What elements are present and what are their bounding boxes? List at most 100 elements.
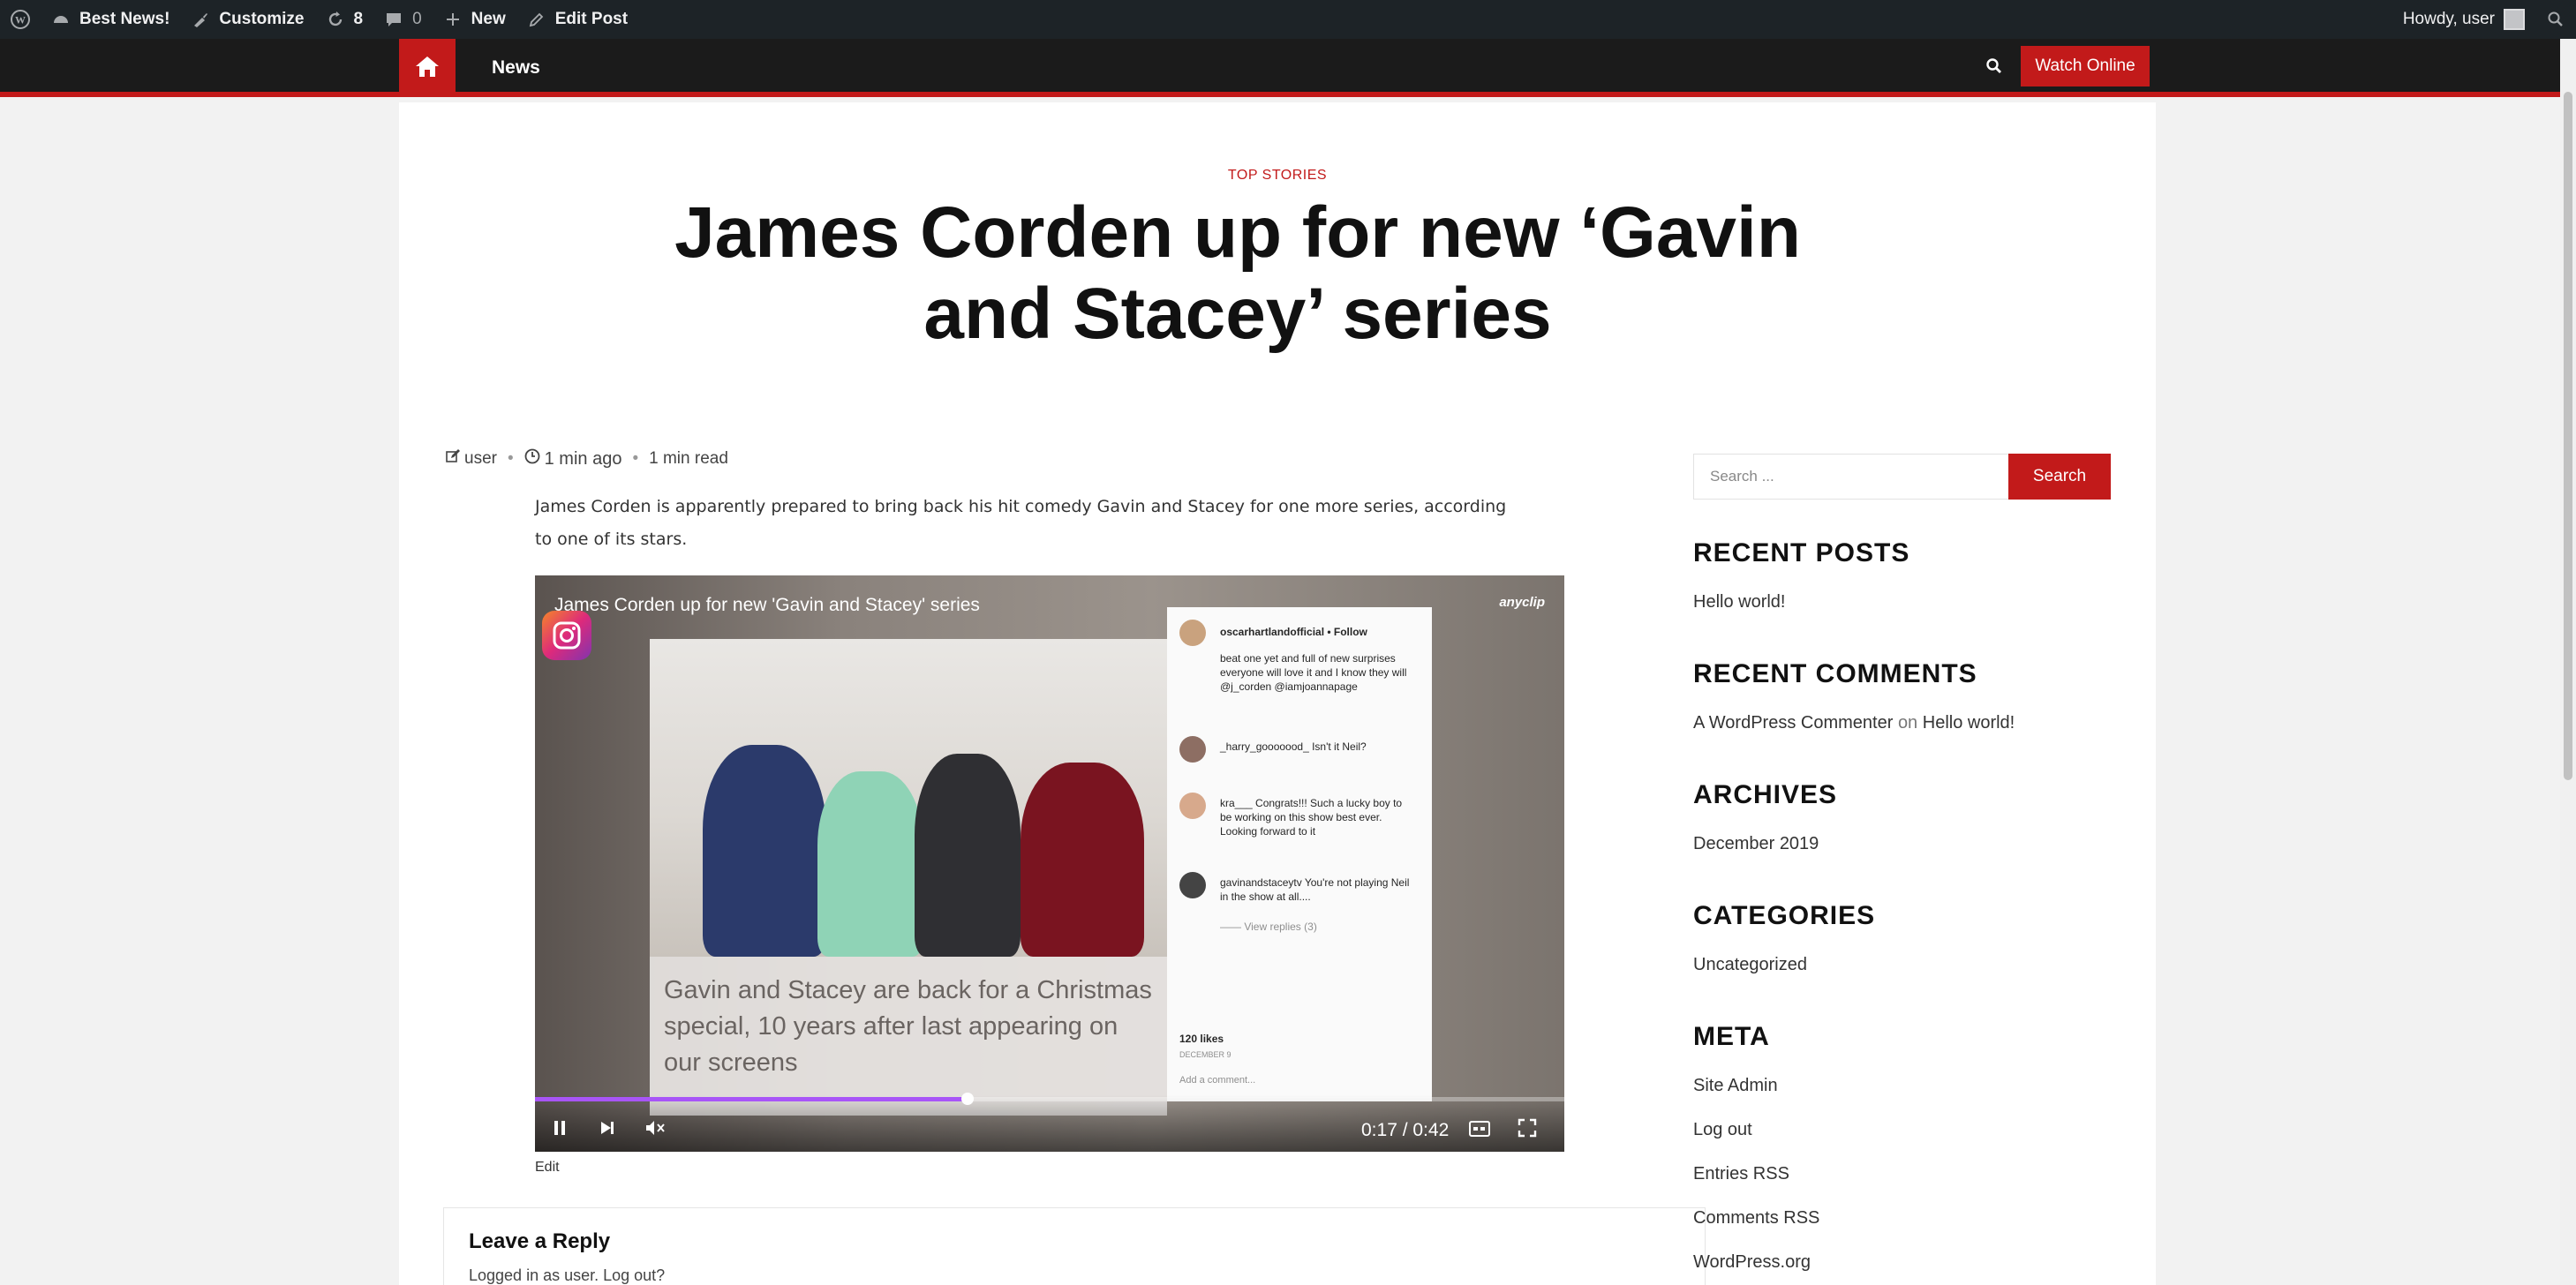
site-name-menu[interactable]: Best News! — [41, 0, 180, 39]
customize-link[interactable]: Customize — [180, 0, 314, 39]
video-player[interactable]: oscarhartlandofficial • Follow beat one … — [535, 575, 1564, 1152]
edit-post-label: Edit Post — [554, 10, 629, 28]
wp-logo-menu[interactable]: W — [0, 0, 41, 39]
captions-icon — [1469, 1118, 1490, 1143]
category-link[interactable]: Uncategorized — [1693, 955, 1807, 975]
category-link[interactable]: TOP STORIES — [399, 168, 2156, 184]
post-meta: user • 1 min ago • 1 min read — [445, 448, 728, 470]
svg-text:W: W — [15, 14, 26, 26]
on-label: on — [1897, 713, 1918, 733]
content-card: TOP STORIES James Corden up for new ‘Gav… — [399, 102, 2156, 1285]
edit-post-link[interactable]: Edit Post — [516, 0, 638, 39]
captions-button[interactable] — [1465, 1116, 1494, 1145]
my-account-menu[interactable]: Howdy, user — [2392, 0, 2535, 39]
video-caption: Gavin and Stacey are back for a Christma… — [650, 957, 1167, 1116]
ig-account: oscarhartlandofficial • Follow — [1220, 626, 1367, 638]
search-icon — [2546, 10, 2565, 29]
recent-comments-title: RECENT COMMENTS — [1693, 659, 1977, 688]
instagram-icon — [542, 611, 591, 660]
sidebar-search-input[interactable]: Search ... — [1693, 454, 2009, 500]
volume-muted-icon — [644, 1118, 666, 1143]
video-progress-handle[interactable] — [960, 1093, 974, 1105]
updates-icon — [326, 10, 345, 29]
video-progress-fill — [535, 1097, 968, 1101]
post-time: 1 min ago — [524, 448, 622, 470]
customize-label: Customize — [219, 10, 305, 28]
meta-wordpress-org[interactable]: WordPress.org — [1693, 1252, 1811, 1273]
recent-post-link[interactable]: Hello world! — [1693, 592, 1785, 612]
updates-link[interactable]: 8 — [315, 0, 374, 39]
avatar — [1179, 793, 1206, 819]
anyclip-logo: anyclip — [1499, 595, 1545, 610]
home-button[interactable] — [399, 39, 456, 97]
sidebar-search-button[interactable]: Search — [2008, 454, 2111, 500]
avatar — [1179, 736, 1206, 763]
pause-button[interactable] — [546, 1116, 574, 1145]
dashboard-icon — [51, 10, 71, 29]
avatar — [1179, 620, 1206, 646]
ig-add-comment: Add a comment... — [1179, 1075, 1256, 1086]
recent-posts-title: RECENT POSTS — [1693, 538, 1910, 567]
person-figure — [915, 754, 1021, 957]
avatar — [2504, 9, 2525, 30]
new-content-link[interactable]: New — [433, 0, 516, 39]
meta-title: META — [1693, 1022, 1770, 1051]
time-ago: 1 min ago — [544, 448, 622, 469]
ig-comment: _harry_gooooood_ Isn't it Neil? — [1220, 740, 1367, 753]
recent-comment: A WordPress Commenter on Hello world! — [1693, 713, 2015, 733]
fullscreen-icon — [1518, 1118, 1537, 1144]
edit-post-link[interactable]: Edit — [535, 1160, 560, 1176]
admin-bar: W Best News! Customize 8 0 New Edit Post… — [0, 0, 2576, 39]
page-title: James Corden up for new ‘Gavin and Stace… — [674, 192, 1801, 354]
comments-link[interactable]: 0 — [373, 0, 433, 39]
comment-icon — [384, 10, 403, 29]
nav-item-news[interactable]: News — [492, 39, 540, 97]
meta-entries-rss[interactable]: Entries RSS — [1693, 1164, 1789, 1184]
site-name: Best News! — [79, 10, 170, 28]
admin-search[interactable] — [2535, 0, 2576, 39]
meta-log-out[interactable]: Log out — [1693, 1120, 1752, 1140]
scrollbar-thumb[interactable] — [2564, 92, 2572, 780]
wordpress-icon: W — [11, 10, 30, 29]
meta-comments-rss[interactable]: Comments RSS — [1693, 1208, 1819, 1229]
video-progress-bar[interactable] — [535, 1093, 1564, 1105]
plus-icon — [443, 10, 463, 29]
video-title: James Corden up for new 'Gavin and Stace… — [554, 595, 980, 615]
brush-icon — [191, 10, 210, 29]
archive-link[interactable]: December 2019 — [1693, 834, 1819, 854]
post-author[interactable]: user — [445, 448, 497, 470]
meta-separator: • — [632, 449, 639, 468]
ig-post-text: beat one yet and full of new surprises e… — [1220, 652, 1407, 693]
article-excerpt: James Corden is apparently prepared to b… — [535, 497, 1507, 549]
pause-icon — [553, 1118, 567, 1143]
archives-title: ARCHIVES — [1693, 780, 1838, 809]
comments-count: 0 — [412, 10, 422, 28]
person-figure — [817, 771, 923, 957]
nav-search-button[interactable] — [1981, 55, 2007, 81]
updates-count: 8 — [353, 10, 364, 28]
meta-site-admin[interactable]: Site Admin — [1693, 1076, 1778, 1096]
pencil-icon — [527, 10, 546, 29]
instagram-post-panel: oscarhartlandofficial • Follow beat one … — [1167, 607, 1432, 1101]
categories-title: CATEGORIES — [1693, 901, 1876, 930]
next-button[interactable] — [593, 1116, 621, 1145]
skip-next-icon — [599, 1118, 616, 1143]
meta-separator: • — [507, 449, 514, 468]
scrollbar[interactable] — [2560, 39, 2576, 1285]
howdy-label: Howdy, user — [2402, 10, 2495, 28]
fullscreen-button[interactable] — [1513, 1116, 1541, 1145]
ig-comment: gavinandstaceytv You're not playing Neil… — [1220, 876, 1410, 903]
avatar — [1179, 872, 1206, 898]
search-placeholder: Search ... — [1710, 468, 1774, 485]
person-figure — [1021, 763, 1144, 957]
watch-online-button[interactable]: Watch Online — [2021, 46, 2150, 86]
commenter-link[interactable]: A WordPress Commenter — [1693, 713, 1893, 733]
mute-button[interactable] — [641, 1116, 669, 1145]
ig-view-replies: —— View replies (3) — [1220, 921, 1317, 933]
video-controls: 0:17 / 0:42 — [535, 1093, 1564, 1152]
comment-post-link[interactable]: Hello world! — [1923, 713, 2015, 733]
video-photo — [650, 639, 1167, 957]
video-time: 0:17 / 0:42 — [1361, 1120, 1450, 1140]
site-navigation: News Watch Online — [0, 39, 2560, 97]
ig-comment: kra___ Congrats!!! Such a lucky boy to b… — [1220, 797, 1403, 838]
